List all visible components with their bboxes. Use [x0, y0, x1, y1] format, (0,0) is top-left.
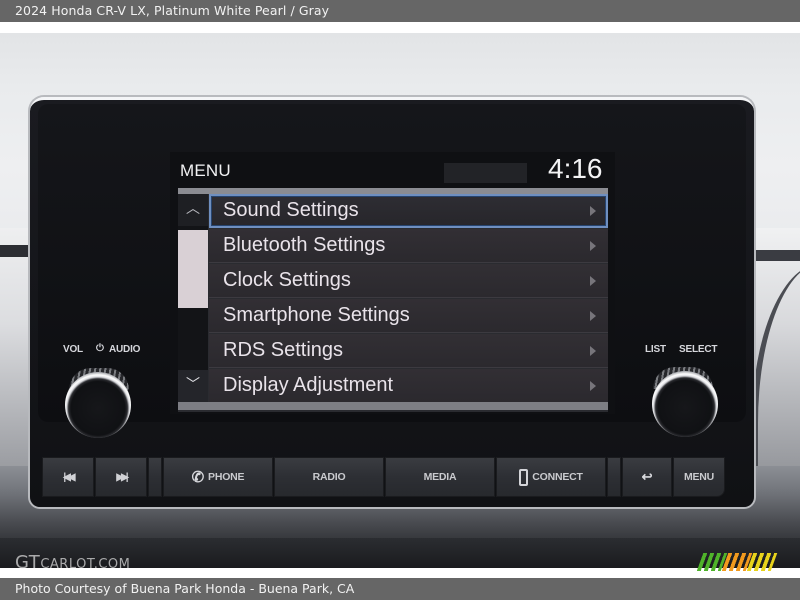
select-label: SELECT — [679, 344, 718, 355]
chevron-down-icon[interactable]: ﹀ — [178, 370, 208, 402]
prev-track-button[interactable]: |◀◀ — [42, 457, 94, 497]
volume-knob[interactable] — [65, 372, 131, 438]
skip-back-icon: |◀◀ — [63, 471, 75, 483]
list-item-label: Bluetooth Settings — [223, 234, 386, 256]
list-item-sound-settings[interactable]: Sound Settings — [209, 194, 608, 228]
smartphone-icon — [519, 468, 529, 486]
watermark-brand-big: GT — [15, 552, 41, 573]
connect-button[interactable]: CONNECT — [496, 457, 606, 497]
radio-button[interactable]: RADIO — [274, 457, 384, 497]
photo-credit: Photo Courtesy of Buena Park Honda - Bue… — [15, 581, 355, 596]
watermark-brand-small: CARLOT.COM — [40, 557, 131, 572]
list-item-smartphone-settings[interactable]: Smartphone Settings — [209, 299, 608, 333]
list-item-clock-settings[interactable]: Clock Settings — [209, 264, 608, 298]
select-knob[interactable] — [652, 371, 718, 437]
media-button[interactable]: MEDIA — [385, 457, 495, 497]
list-items: Sound Settings Bluetooth Settings Clock … — [209, 194, 608, 403]
chevron-right-icon — [590, 311, 596, 321]
chevron-right-icon — [590, 276, 596, 286]
audio-label: AUDIO — [109, 344, 141, 355]
logo-stripe-yellow — [746, 553, 778, 571]
dashboard-left-panel — [0, 228, 32, 468]
scrollbar-thumb[interactable] — [178, 230, 208, 308]
chevron-right-icon — [590, 381, 596, 391]
dashboard-right-trim — [755, 250, 800, 261]
listing-title: 2024 Honda CR-V LX, Platinum White Pearl… — [15, 3, 330, 18]
list-label: LIST — [645, 344, 666, 355]
chevron-right-icon — [590, 346, 596, 356]
listing-title-bar: 2024 Honda CR-V LX, Platinum White Pearl… — [0, 0, 800, 22]
radio-label: RADIO — [312, 471, 346, 483]
phone-label: PHONE — [208, 471, 245, 483]
watermark-brand: GTCARLOT.COM — [15, 552, 130, 573]
dashboard-photo: MENU 4:16 ︿ ﹀ Sound Settings Bluetooth S… — [0, 33, 800, 568]
connect-label: CONNECT — [532, 471, 583, 483]
list-item-rds-settings[interactable]: RDS Settings — [209, 334, 608, 368]
infotainment-screen: MENU 4:16 ︿ ﹀ Sound Settings Bluetooth S… — [170, 152, 615, 414]
button-divider — [148, 457, 162, 497]
list-bottom-edge — [178, 402, 608, 410]
dashboard-left-trim — [0, 245, 30, 257]
list-item-label: Sound Settings — [223, 199, 359, 221]
phone-button[interactable]: ✆ PHONE — [163, 457, 273, 497]
list-item-label: Smartphone Settings — [223, 304, 410, 326]
power-icon: ⏻ — [96, 343, 104, 354]
skip-forward-icon: ▶▶| — [116, 471, 128, 483]
scrollbar[interactable]: ︿ ﹀ — [178, 194, 208, 402]
clock: 4:16 — [548, 153, 603, 184]
back-button[interactable]: ↩ — [622, 457, 672, 497]
phone-icon: ✆ — [191, 469, 205, 486]
settings-list: ︿ ﹀ Sound Settings Bluetooth Settings Cl… — [178, 188, 608, 412]
list-item-label: RDS Settings — [223, 339, 344, 361]
list-item-display-adjustment[interactable]: Display Adjustment — [209, 369, 608, 403]
list-item-label: Clock Settings — [223, 269, 351, 291]
hard-button-row: |◀◀ ▶▶| ✆ PHONE RADIO MEDIA CONNECT ↩ ME… — [38, 457, 736, 497]
menu-label: MENU — [683, 471, 715, 483]
list-item-label: Display Adjustment — [223, 374, 394, 396]
chevron-right-icon — [590, 206, 596, 216]
photo-credit-bar: Photo Courtesy of Buena Park Honda - Bue… — [0, 578, 800, 600]
head-unit: MENU 4:16 ︿ ﹀ Sound Settings Bluetooth S… — [30, 97, 754, 507]
chevron-right-icon — [590, 241, 596, 251]
menu-button[interactable]: MENU — [673, 457, 725, 497]
next-track-button[interactable]: ▶▶| — [95, 457, 147, 497]
watermark-logo — [696, 553, 778, 571]
chevron-up-icon[interactable]: ︿ — [178, 194, 208, 226]
back-icon: ↩ — [641, 469, 653, 484]
screen-title: MENU — [180, 161, 231, 180]
media-label: MEDIA — [423, 471, 457, 483]
button-divider — [607, 457, 621, 497]
vol-label: VOL — [63, 344, 83, 355]
status-area — [444, 163, 527, 183]
list-item-bluetooth-settings[interactable]: Bluetooth Settings — [209, 229, 608, 263]
